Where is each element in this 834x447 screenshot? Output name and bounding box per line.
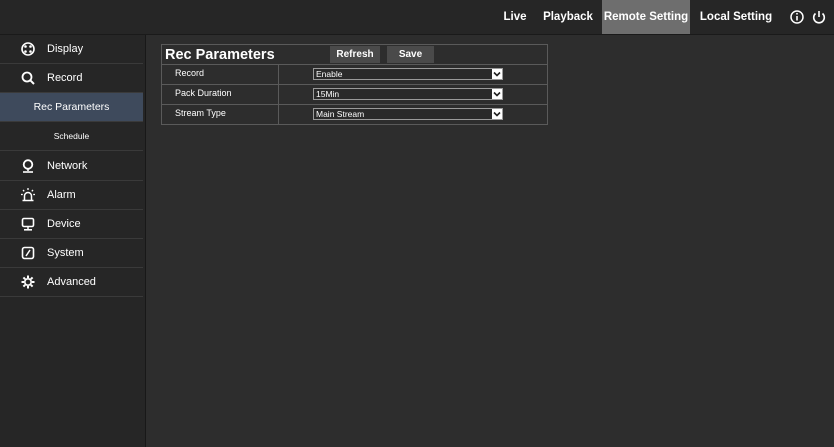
main-content: Rec Parameters Refresh Save Record Enabl…: [146, 35, 834, 447]
search-icon: [21, 71, 35, 85]
sidebar-item-label: Network: [47, 160, 88, 172]
stream-type-select-value: Main Stream: [316, 109, 365, 119]
sidebar-item-system[interactable]: System: [0, 239, 143, 268]
pack-duration-select[interactable]: 15Min: [313, 88, 503, 100]
pack-duration-select-value: 15Min: [316, 89, 340, 99]
nav-live[interactable]: Live: [495, 0, 535, 34]
sidebar-item-label: Advanced: [47, 276, 96, 288]
panel-title: Rec Parameters: [165, 47, 275, 63]
table-row: Record Enable: [162, 64, 547, 84]
save-button[interactable]: Save: [387, 46, 434, 63]
sidebar-item-alarm[interactable]: Alarm: [0, 181, 143, 210]
chevron-down-icon: [492, 89, 502, 99]
chevron-down-icon: [492, 109, 502, 119]
system-icon: [21, 246, 35, 260]
column-divider: [278, 65, 279, 84]
power-icon[interactable]: [811, 9, 827, 25]
alarm-icon: [21, 188, 35, 202]
top-navigation-bar: Live Playback Remote Setting Local Setti…: [0, 0, 834, 35]
table-row: Stream Type Main Stream: [162, 104, 547, 124]
nav-playback[interactable]: Playback: [540, 0, 596, 34]
info-icon[interactable]: [789, 9, 805, 25]
sidebar-subitem-rec-parameters[interactable]: Rec Parameters: [0, 93, 143, 122]
record-select-value: Enable: [316, 69, 343, 79]
table-row: Pack Duration 15Min: [162, 84, 547, 104]
sidebar-item-record[interactable]: Record: [0, 64, 143, 93]
sidebar-subitem-schedule[interactable]: Schedule: [0, 122, 143, 151]
sidebar: Display Record Rec Parameters Schedule N…: [0, 35, 146, 447]
pack-duration-label: Pack Duration: [175, 88, 232, 98]
sidebar-item-label: System: [47, 247, 84, 259]
sidebar-item-network[interactable]: Network: [0, 152, 143, 181]
gear-icon: [21, 275, 35, 289]
sidebar-item-label: Alarm: [47, 189, 76, 201]
rec-parameters-panel: Rec Parameters Refresh Save Record Enabl…: [161, 44, 548, 125]
nav-local-setting[interactable]: Local Setting: [697, 0, 775, 34]
refresh-button[interactable]: Refresh: [330, 46, 380, 63]
sidebar-item-label: Device: [47, 218, 81, 230]
stream-type-select[interactable]: Main Stream: [313, 108, 503, 120]
sidebar-item-advanced[interactable]: Advanced: [0, 268, 143, 297]
sidebar-item-label: Display: [47, 43, 84, 55]
sidebar-item-display[interactable]: Display: [0, 35, 143, 64]
device-icon: [21, 217, 35, 231]
column-divider: [278, 105, 279, 124]
chevron-down-icon: [492, 69, 502, 79]
sidebar-item-device[interactable]: Device: [0, 210, 143, 239]
stream-type-label: Stream Type: [175, 108, 226, 118]
column-divider: [278, 85, 279, 104]
network-icon: [22, 159, 34, 173]
display-icon: [21, 42, 35, 56]
record-label: Record: [175, 68, 205, 78]
record-select[interactable]: Enable: [313, 68, 503, 80]
sidebar-item-label: Record: [47, 72, 83, 84]
nav-remote-setting[interactable]: Remote Setting: [602, 0, 690, 34]
